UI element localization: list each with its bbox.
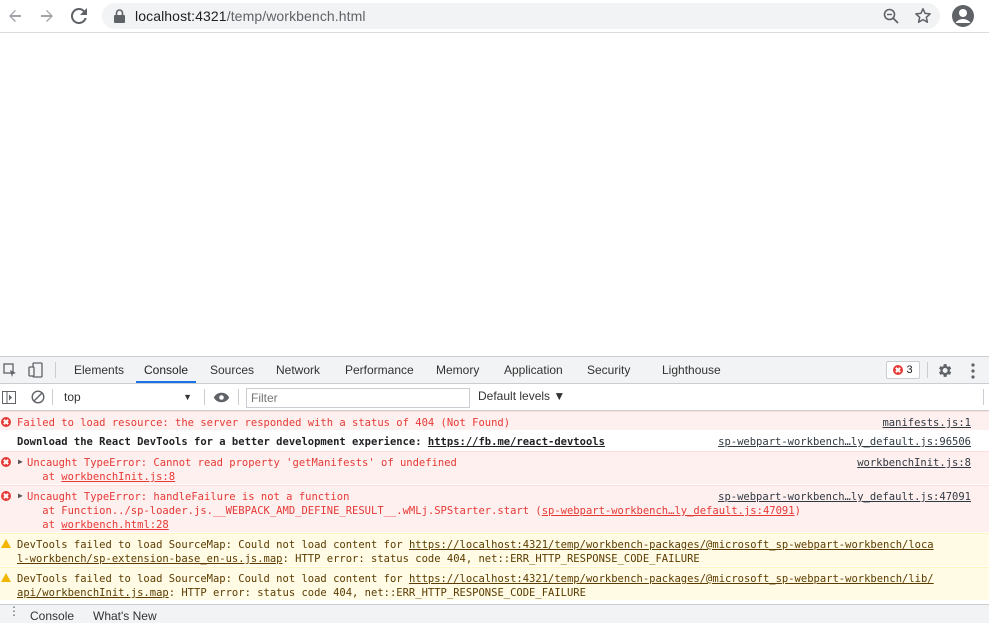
star-icon[interactable] — [914, 7, 932, 25]
dropdown-arrow-icon: ▼ — [183, 392, 192, 402]
stack-trace-line: at workbenchInit.js:8 — [17, 471, 176, 483]
warning-icon — [1, 573, 11, 582]
context-value: top — [64, 390, 81, 404]
tab-security[interactable]: Security — [579, 357, 638, 383]
stack-trace-link[interactable]: sp-webpart-workbench…ly_default.js:47091 — [542, 505, 795, 517]
back-button[interactable] — [3, 4, 27, 28]
stack-trace-line: at workbench.html:28 — [17, 519, 169, 531]
drawer-menu-icon[interactable]: ⋮ — [8, 605, 20, 617]
message-text: Uncaught TypeError: handleFailure is not… — [27, 491, 350, 503]
arrow-right-icon — [41, 10, 53, 22]
profile-avatar-icon[interactable] — [950, 3, 976, 29]
react-devtools-link[interactable]: https://fb.me/react-devtools — [428, 436, 605, 448]
message-text-continued: api/workbenchInit.js.map: HTTP error: st… — [17, 587, 586, 599]
error-icon — [1, 491, 11, 501]
gear-icon[interactable] — [936, 362, 953, 379]
error-icon — [1, 417, 11, 427]
inspect-element-icon[interactable] — [3, 363, 17, 377]
divider — [983, 389, 984, 405]
tab-memory[interactable]: Memory — [428, 357, 487, 383]
tab-network[interactable]: Network — [268, 357, 328, 383]
expand-triangle-icon[interactable]: ▶ — [18, 457, 23, 466]
sourcemap-link[interactable]: https://localhost:4321/temp/workbench-pa… — [409, 573, 934, 585]
tab-console[interactable]: Console — [136, 357, 197, 383]
tab-performance[interactable]: Performance — [337, 357, 422, 383]
log-levels-dropdown[interactable]: Default levels ▼ — [478, 389, 565, 403]
message-source-link[interactable]: sp-webpart-workbench…ly_default.js:47091 — [718, 491, 971, 503]
message-source-link[interactable]: workbenchInit.js:8 — [857, 457, 971, 469]
console-message-warning: DevTools failed to load SourceMap: Could… — [0, 567, 989, 601]
message-text-continued: l-workbench/sp-extension-base_en-us.js.m… — [17, 553, 700, 565]
tab-sources[interactable]: Sources — [202, 357, 262, 383]
message-source-link[interactable]: manifests.js:1 — [882, 417, 971, 429]
message-text: Uncaught TypeError: Cannot read property… — [27, 457, 457, 469]
filter-input[interactable] — [246, 388, 470, 408]
console-message-warning: DevTools failed to load SourceMap: Could… — [0, 533, 989, 567]
error-icon — [893, 365, 904, 375]
tab-application[interactable]: Application — [496, 357, 571, 383]
devtools-panel: Elements Console Sources Network Perform… — [0, 356, 989, 623]
divider — [927, 362, 928, 378]
console-filter-bar: top ▼ Default levels ▼ — [0, 384, 989, 411]
eye-icon[interactable] — [213, 392, 230, 403]
clear-console-icon[interactable] — [31, 390, 45, 404]
sourcemap-link[interactable]: l-workbench/sp-extension-base_en-us.js.m… — [17, 553, 283, 565]
forward-button[interactable] — [35, 4, 59, 28]
console-message-info: Download the React DevTools for a better… — [0, 431, 989, 451]
error-icon — [1, 457, 11, 467]
stack-trace-line: at Function../sp-loader.js.__WEBPACK_AMD… — [17, 505, 801, 517]
sourcemap-link[interactable]: https://localhost:4321/temp/workbench-pa… — [409, 539, 934, 551]
context-select[interactable]: top ▼ — [58, 388, 198, 407]
reload-icon — [71, 8, 87, 24]
arrow-left-icon — [9, 10, 21, 22]
tab-lighthouse[interactable]: Lighthouse — [654, 357, 729, 383]
expand-triangle-icon[interactable]: ▶ — [18, 491, 23, 500]
browser-toolbar: localhost:4321/temp/workbench.html — [0, 0, 989, 33]
message-source-link[interactable]: sp-webpart-workbench…ly_default.js:96506 — [718, 436, 971, 448]
device-toolbar-icon[interactable] — [28, 362, 44, 378]
console-messages: Failed to load resource: the server resp… — [0, 411, 989, 603]
page-content — [0, 34, 989, 356]
tab-elements[interactable]: Elements — [66, 357, 132, 383]
address-bar[interactable]: localhost:4321/temp/workbench.html — [102, 3, 940, 29]
divider — [55, 362, 56, 378]
drawer-tab-whats-new[interactable]: What's New — [93, 609, 157, 623]
stack-trace-link[interactable]: workbench.html:28 — [61, 519, 168, 531]
divider — [52, 389, 53, 405]
devtools-drawer-bar: ⋮ Console What's New — [0, 604, 989, 623]
drawer-tab-console[interactable]: Console — [30, 609, 74, 623]
message-text: DevTools failed to load SourceMap: Could… — [17, 539, 934, 551]
console-message-error: ▶ Uncaught TypeError: Cannot read proper… — [0, 451, 989, 485]
warning-icon — [1, 539, 11, 548]
error-count-badge[interactable]: 3 — [886, 361, 920, 379]
url-text: localhost:4321/temp/workbench.html — [135, 8, 366, 24]
sourcemap-link[interactable]: api/workbenchInit.js.map — [17, 587, 169, 599]
reload-button[interactable] — [67, 4, 91, 28]
devtools-tab-bar: Elements Console Sources Network Perform… — [0, 357, 989, 384]
divider — [204, 389, 205, 405]
zoom-icon[interactable] — [882, 7, 900, 25]
message-text: Failed to load resource: the server resp… — [17, 417, 511, 429]
more-options-icon[interactable] — [970, 363, 976, 379]
stack-trace-link[interactable]: workbenchInit.js:8 — [61, 471, 175, 483]
show-sidebar-icon[interactable] — [2, 391, 16, 404]
divider — [238, 389, 239, 405]
error-count: 3 — [906, 364, 913, 376]
lock-icon[interactable] — [114, 9, 125, 23]
message-text: DevTools failed to load SourceMap: Could… — [17, 573, 934, 585]
message-text: Download the React DevTools for a better… — [17, 436, 605, 448]
console-message-error: ▶ Uncaught TypeError: handleFailure is n… — [0, 485, 989, 533]
console-message-error: Failed to load resource: the server resp… — [0, 411, 989, 431]
